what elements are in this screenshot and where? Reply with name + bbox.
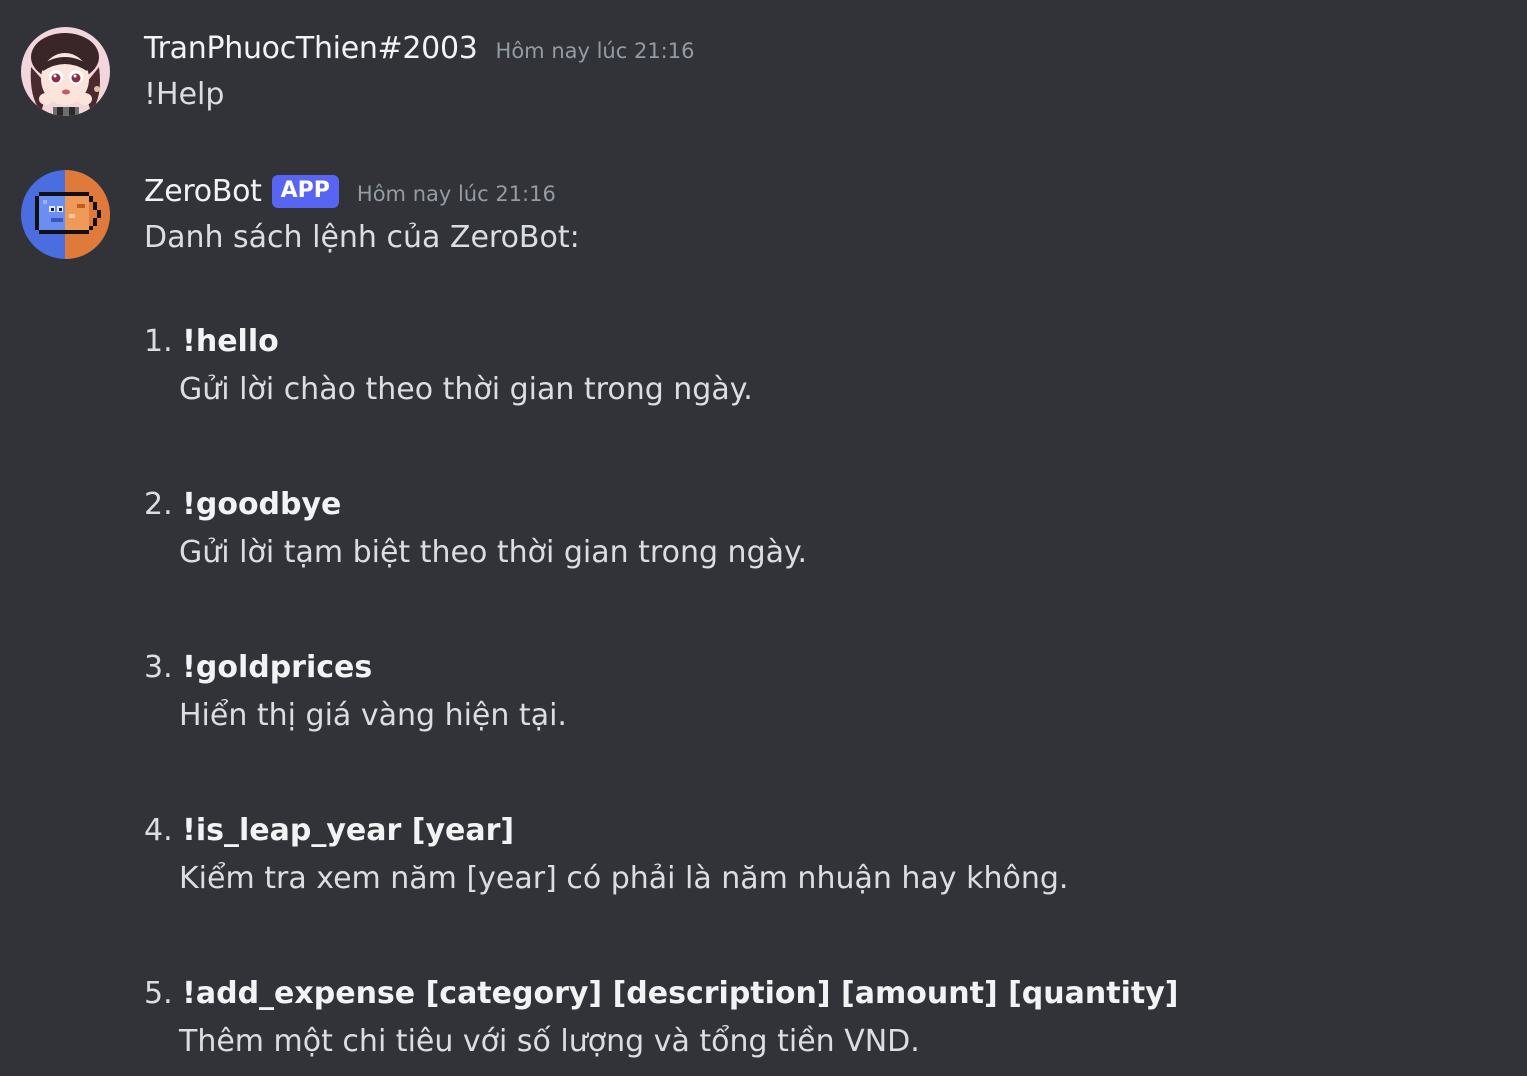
command-number: 1.	[144, 324, 173, 359]
command-item: 1. !hello Gửi lời chào theo thời gian tr…	[144, 322, 753, 410]
command-description: Gửi lời tạm biệt theo thời gian trong ng…	[179, 535, 808, 570]
user-avatar[interactable]	[21, 27, 110, 116]
command-name: !hello	[182, 324, 279, 359]
bot-avatar[interactable]	[21, 170, 110, 259]
command-line: 3. !goldprices	[144, 648, 567, 688]
message-content: !Help	[144, 77, 225, 112]
command-line: 5. !add_expense [category] [description]…	[144, 974, 1178, 1014]
message-header: TranPhuocThien#2003 Hôm nay lúc 21:16	[144, 27, 694, 69]
username[interactable]: TranPhuocThien#2003	[144, 31, 478, 66]
command-name: !is_leap_year [year]	[182, 813, 515, 848]
chat-message-list: TranPhuocThien#2003 Hôm nay lúc 21:16 !H…	[0, 0, 1527, 1076]
command-description: Kiểm tra xem năm [year] có phải là năm n…	[179, 861, 1069, 896]
command-line: 2. !goodbye	[144, 485, 807, 525]
command-number: 2.	[144, 487, 173, 522]
command-description: Gửi lời chào theo thời gian trong ngày.	[179, 372, 753, 407]
command-item: 2. !goodbye Gửi lời tạm biệt theo thời g…	[144, 485, 807, 573]
command-number: 5.	[144, 976, 173, 1011]
username[interactable]: ZeroBot	[144, 174, 262, 209]
timestamp: Hôm nay lúc 21:16	[356, 182, 556, 206]
command-description: Thêm một chi tiêu với số lượng và tổng t…	[179, 1024, 920, 1059]
command-description: Hiển thị giá vàng hiện tại.	[179, 698, 567, 733]
timestamp: Hôm nay lúc 21:16	[495, 39, 695, 63]
command-item: 4. !is_leap_year [year] Kiểm tra xem năm…	[144, 811, 1068, 899]
command-name: !add_expense [category] [description] [a…	[182, 976, 1179, 1011]
command-item: 5. !add_expense [category] [description]…	[144, 974, 1178, 1062]
command-item: 3. !goldprices Hiển thị giá vàng hiện tạ…	[144, 648, 567, 736]
command-name: !goodbye	[182, 487, 342, 522]
message-header: ZeroBot APP Hôm nay lúc 21:16	[144, 170, 556, 212]
command-line: 1. !hello	[144, 322, 753, 362]
app-badge: APP	[271, 174, 339, 208]
command-name: !goldprices	[182, 650, 373, 685]
command-number: 4.	[144, 813, 173, 848]
command-number: 3.	[144, 650, 173, 685]
command-line: 4. !is_leap_year [year]	[144, 811, 1068, 851]
message-content: Danh sách lệnh của ZeroBot:	[144, 220, 580, 255]
